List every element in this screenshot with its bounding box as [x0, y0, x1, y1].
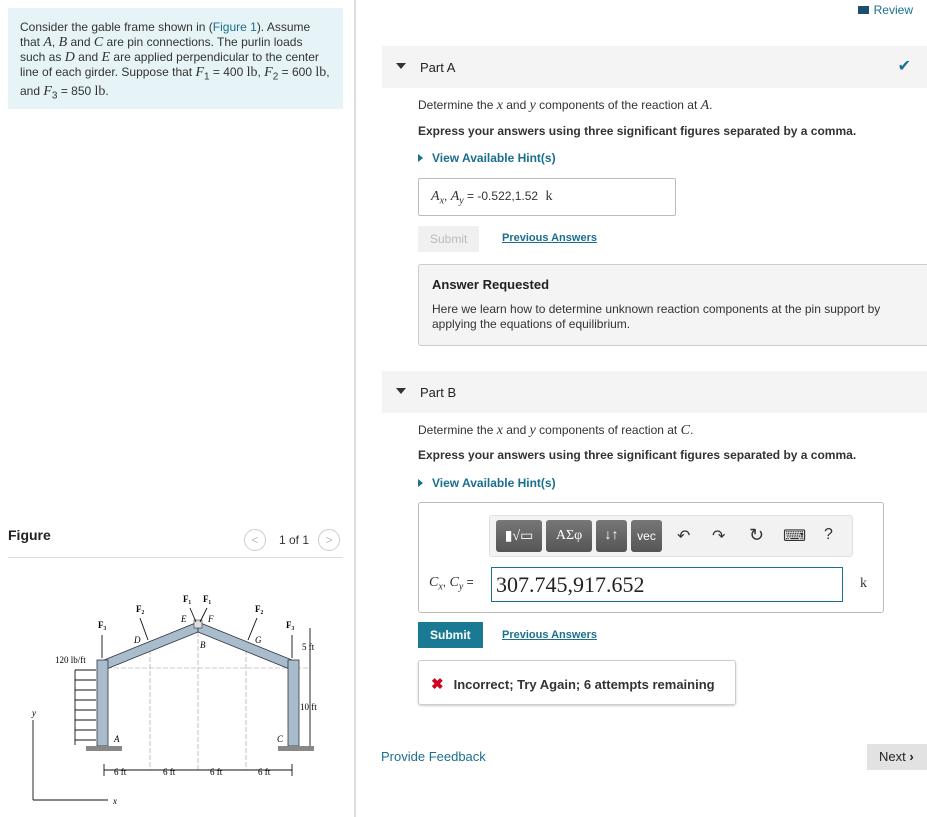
caret-down-icon — [396, 63, 406, 69]
caret-down-icon — [396, 388, 406, 394]
part-b-header[interactable]: Part B — [382, 371, 927, 413]
keyboard-icon[interactable]: ⌨ — [783, 526, 806, 546]
sort-button[interactable]: ↓↑ — [596, 520, 627, 552]
dim-label: 6 ft — [258, 767, 271, 777]
greek-symbols-button[interactable]: ΑΣφ — [546, 520, 592, 552]
prev-figure-button[interactable]: < — [244, 529, 266, 551]
part-b-submit-button[interactable]: Submit — [418, 622, 483, 648]
next-button[interactable]: Next › — [867, 744, 927, 770]
math-toolbar: ▮√▭ ΑΣφ ↓↑ vec ↶ ↷ ↻ ⌨ ? — [489, 515, 853, 557]
part-a-instructions: Express your answers using three signifi… — [418, 124, 857, 138]
chevron-right-icon: › — [909, 749, 914, 764]
answer-requested-panel: Answer Requested Here we learn how to det… — [418, 264, 927, 346]
x-icon: ✖ — [431, 676, 444, 693]
part-a-hints-link[interactable]: View Available Hint(s) — [418, 151, 556, 165]
part-b-answer-label: Cx, Cy = — [429, 575, 474, 593]
undo-icon[interactable]: ↶ — [677, 526, 690, 546]
svg-text:A: A — [113, 734, 120, 744]
provide-feedback-link[interactable]: Provide Feedback — [381, 749, 486, 764]
incorrect-feedback: ✖ Incorrect; Try Again; 6 attempts remain… — [418, 660, 736, 705]
figure-link[interactable]: Figure 1 — [213, 20, 257, 34]
part-a-previous-answers[interactable]: Previous Answers — [502, 232, 597, 244]
part-b-answer-input[interactable]: 307.745,917.652 — [491, 567, 843, 602]
svg-text:D: D — [133, 635, 141, 645]
svg-text:F₂: F₂ — [136, 604, 144, 614]
svg-text:y: y — [31, 708, 36, 718]
vector-button[interactable]: vec — [631, 520, 662, 552]
svg-text:F₁: F₁ — [203, 594, 211, 604]
dim-label: 6 ft — [163, 767, 176, 777]
panel-divider — [354, 0, 356, 817]
part-b-previous-answers[interactable]: Previous Answers — [502, 629, 597, 641]
svg-text:F₂: F₂ — [255, 604, 263, 614]
part-a-question: Determine the x and y components of the … — [418, 98, 713, 113]
problem-statement: Consider the gable frame shown in (Figur… — [8, 8, 343, 109]
reset-icon[interactable]: ↻ — [749, 525, 764, 546]
dim-label: 5 ft — [302, 642, 315, 652]
svg-text:B: B — [200, 640, 206, 650]
help-icon[interactable]: ? — [824, 526, 833, 544]
part-a-header[interactable]: Part A ✔ — [382, 46, 927, 88]
part-b-answer-panel: ▮√▭ ΑΣφ ↓↑ vec ↶ ↷ ↻ ⌨ ? Cx, Cy = 307.74… — [418, 502, 884, 613]
part-a-answer-box: Ax, Ay = -0.522,1.52 k — [418, 178, 676, 216]
book-icon — [857, 6, 869, 14]
svg-text:F: F — [207, 614, 214, 624]
dim-label: 6 ft — [210, 767, 223, 777]
part-b-instructions: Express your answers using three signifi… — [418, 448, 857, 462]
part-b-question: Determine the x and y components of reac… — [418, 423, 694, 438]
redo-icon[interactable]: ↷ — [712, 526, 725, 546]
checkmark-icon: ✔ — [897, 58, 911, 75]
svg-text:C: C — [277, 734, 284, 744]
svg-text:F₁: F₁ — [183, 594, 191, 604]
unit-label: k — [860, 576, 867, 591]
templates-button[interactable]: ▮√▭ — [496, 520, 542, 552]
figure-heading: Figure — [8, 527, 51, 543]
dim-label: 6 ft — [114, 767, 127, 777]
svg-text:F₃: F₃ — [286, 620, 294, 630]
gable-frame-figure: 120 lb/ft 6 ft 6 ft 6 ft 6 ft 5 ft 10 ft A B C… — [31, 594, 317, 806]
svg-text:G: G — [255, 635, 262, 645]
svg-text:E: E — [180, 614, 187, 624]
part-b-hints-link[interactable]: View Available Hint(s) — [418, 476, 556, 490]
svg-text:F₃: F₃ — [98, 620, 106, 630]
review-link[interactable]: Review — [857, 3, 913, 17]
distributed-load-label: 120 lb/ft — [55, 655, 86, 665]
divider — [8, 557, 343, 558]
dim-label: 10 ft — [300, 702, 317, 712]
part-a-submit-button[interactable]: Submit — [418, 226, 480, 252]
next-figure-button[interactable]: > — [318, 529, 340, 551]
figure-pager: 1 of 1 — [279, 533, 310, 547]
svg-text:x: x — [112, 796, 117, 806]
